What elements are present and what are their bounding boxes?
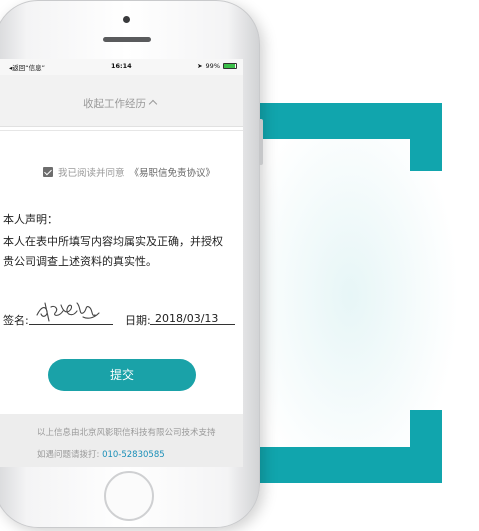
back-to-messages-link[interactable]: ◂返回“信息” <box>9 62 45 72</box>
submit-button[interactable]: 提交 <box>48 359 196 391</box>
declaration-title: 本人声明： <box>3 213 58 226</box>
decor-bracket-top-leg <box>410 103 442 171</box>
agreement-row: 我已阅读并同意 《易职信免责协议》 <box>43 165 215 179</box>
location-arrow-icon: ➤ <box>197 62 203 70</box>
footer: 以上信息由北京风影职信科技有限公司技术支持 如遇问题请拨打: 010-52830… <box>0 414 243 467</box>
collapse-work-history-bar[interactable]: 收起工作经历 <box>0 75 243 127</box>
declaration-line-1: 本人在表中所填写内容均属实及正确，并授权 <box>3 235 223 248</box>
status-right: ➤ 99% <box>197 62 237 70</box>
phone-number-link[interactable]: 010-52830585 <box>102 450 165 460</box>
contact-prefix: 如遇问题请拨打: <box>37 450 100 460</box>
phone-frame: ◂返回“信息” 16:14 ➤ 99% 收起工作经历 我已阅读并同意 《易职信免责… <box>0 0 263 528</box>
declaration-line-2: 贵公司调查上述资料的真实性。 <box>3 255 157 268</box>
decor-bracket-bottom-leg <box>410 410 442 483</box>
side-button <box>259 119 263 165</box>
signature-label: 签名: <box>3 314 29 327</box>
date-underline <box>150 324 235 325</box>
agreement-checkbox[interactable] <box>43 167 53 177</box>
status-time: 16:14 <box>111 62 132 70</box>
status-bar: ◂返回“信息” 16:14 ➤ 99% <box>0 59 243 75</box>
phone-screen: ◂返回“信息” 16:14 ➤ 99% 收起工作经历 我已阅读并同意 《易职信免责… <box>0 59 243 467</box>
battery-percent: 99% <box>205 62 220 70</box>
support-text: 以上信息由北京风影职信科技有限公司技术支持 <box>37 428 216 438</box>
battery-icon <box>223 63 237 69</box>
collapse-toggle[interactable]: 收起工作经历 <box>83 96 158 111</box>
divider <box>0 130 243 131</box>
chevron-up-icon <box>148 99 158 109</box>
signature-field[interactable] <box>29 324 113 325</box>
agreement-link[interactable]: 《易职信免责协议》 <box>130 165 216 179</box>
contact-line: 如遇问题请拨打: 010-52830585 <box>37 448 165 460</box>
home-button[interactable] <box>104 471 154 521</box>
date-label: 日期: <box>125 314 151 327</box>
handwritten-signature <box>36 302 100 322</box>
agreement-text: 我已阅读并同意 <box>58 168 125 179</box>
collapse-label: 收起工作经历 <box>83 98 146 110</box>
earpiece-speaker <box>103 37 151 42</box>
front-camera <box>123 16 130 23</box>
